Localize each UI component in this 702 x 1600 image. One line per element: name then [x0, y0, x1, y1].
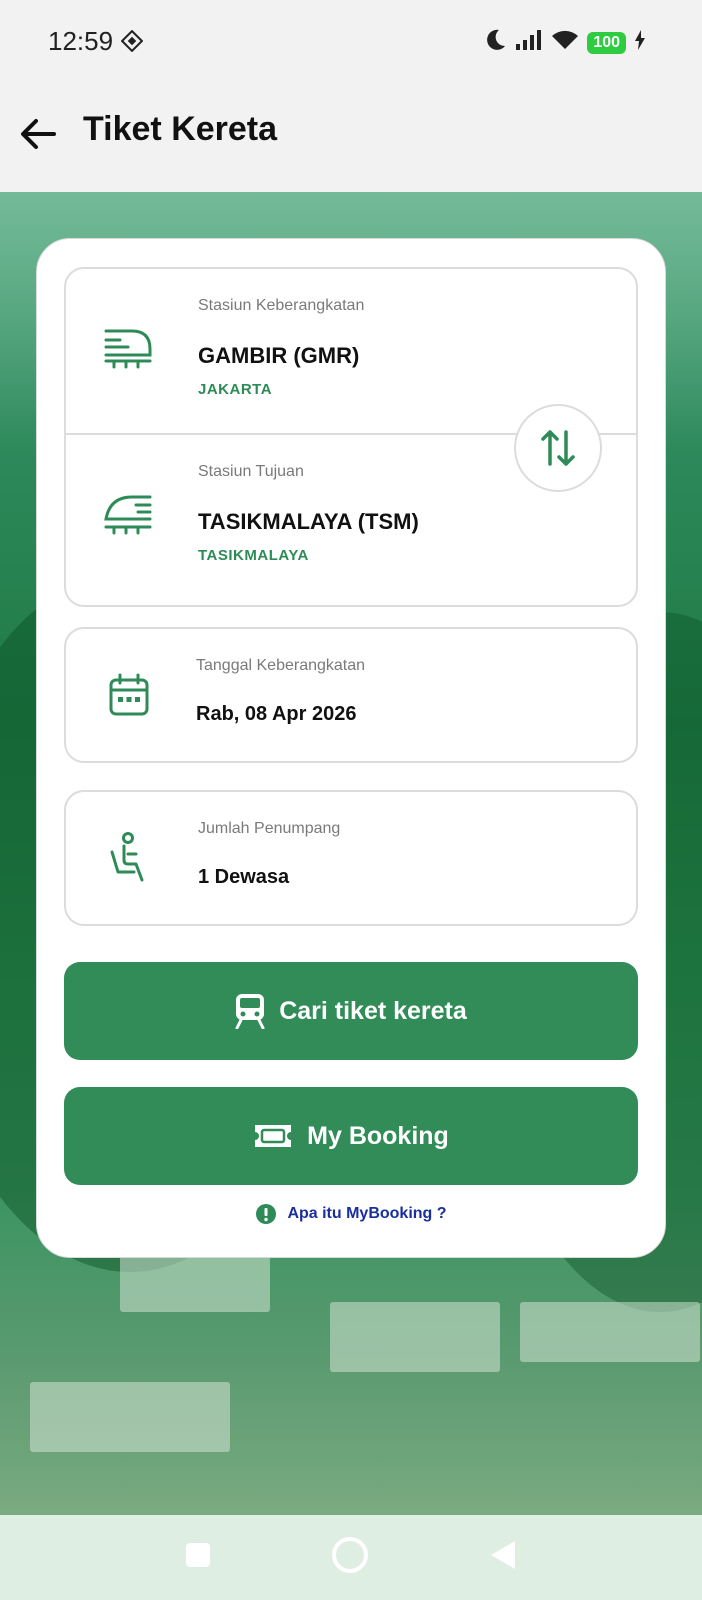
battery-level: 100	[587, 31, 626, 54]
back-button[interactable]	[18, 114, 58, 154]
passenger-count-field[interactable]: Jumlah Penumpang 1 Dewasa	[64, 790, 638, 926]
square-icon	[186, 1543, 210, 1567]
system-nav-bar	[0, 1515, 702, 1600]
search-button-label: Cari tiket kereta	[279, 996, 467, 1025]
search-form-card: Stasiun Keberangkatan GAMBIR (GMR) JAKAR…	[36, 238, 666, 1258]
swap-stations-button[interactable]	[514, 404, 602, 492]
calendar-icon	[109, 673, 149, 716]
departure-date-field[interactable]: Tanggal Keberangkatan Rab, 08 Apr 2026	[64, 627, 638, 763]
page-title: Tiket Kereta	[83, 110, 278, 148]
my-booking-button[interactable]: My Booking	[64, 1087, 638, 1185]
arrow-left-icon	[21, 119, 56, 149]
origin-city: JAKARTA	[198, 381, 273, 398]
info-icon	[256, 1204, 277, 1224]
dnd-moon-icon	[485, 28, 507, 57]
search-tickets-button[interactable]: Cari tiket kereta	[64, 962, 638, 1060]
circle-icon	[332, 1537, 368, 1573]
destination-city: TASIKMALAYA	[198, 547, 309, 564]
status-bar: 12:59 100	[0, 0, 702, 84]
charging-icon	[634, 30, 646, 55]
train-icon	[104, 329, 152, 369]
home-button[interactable]	[331, 1536, 369, 1579]
destination-station-name: TASIKMALAYA (TSM)	[198, 509, 419, 534]
train-front-icon	[235, 994, 265, 1029]
destination-label: Stasiun Tujuan	[198, 463, 304, 480]
passenger-value: 1 Dewasa	[198, 866, 290, 888]
train-bullet-icon	[104, 495, 152, 535]
swap-vertical-icon	[541, 430, 575, 466]
passenger-label: Jumlah Penumpang	[198, 820, 341, 837]
booking-button-label: My Booking	[307, 1121, 449, 1150]
app-bar: Tiket Kereta	[0, 84, 702, 192]
origin-label: Stasiun Keberangkatan	[198, 297, 365, 314]
ticket-icon	[255, 1125, 292, 1147]
date-value: Rab, 08 Apr 2026	[196, 703, 357, 725]
triangle-back-icon	[491, 1541, 515, 1569]
mybooking-info-link[interactable]: Apa itu MyBooking ?	[37, 1203, 665, 1225]
status-indicators: 100	[485, 28, 646, 57]
vpn-icon	[120, 29, 144, 57]
origin-station-name: GAMBIR (GMR)	[198, 343, 360, 368]
info-link-text: Apa itu MyBooking ?	[287, 1205, 447, 1222]
back-nav-button[interactable]	[489, 1539, 517, 1576]
date-label: Tanggal Keberangkatan	[196, 657, 366, 674]
signal-icon	[515, 29, 543, 56]
recents-button[interactable]	[185, 1542, 211, 1573]
station-selector: Stasiun Keberangkatan GAMBIR (GMR) JAKAR…	[64, 267, 638, 607]
status-time: 12:59	[48, 26, 114, 56]
seat-person-icon	[110, 832, 144, 882]
wifi-icon	[551, 29, 579, 56]
